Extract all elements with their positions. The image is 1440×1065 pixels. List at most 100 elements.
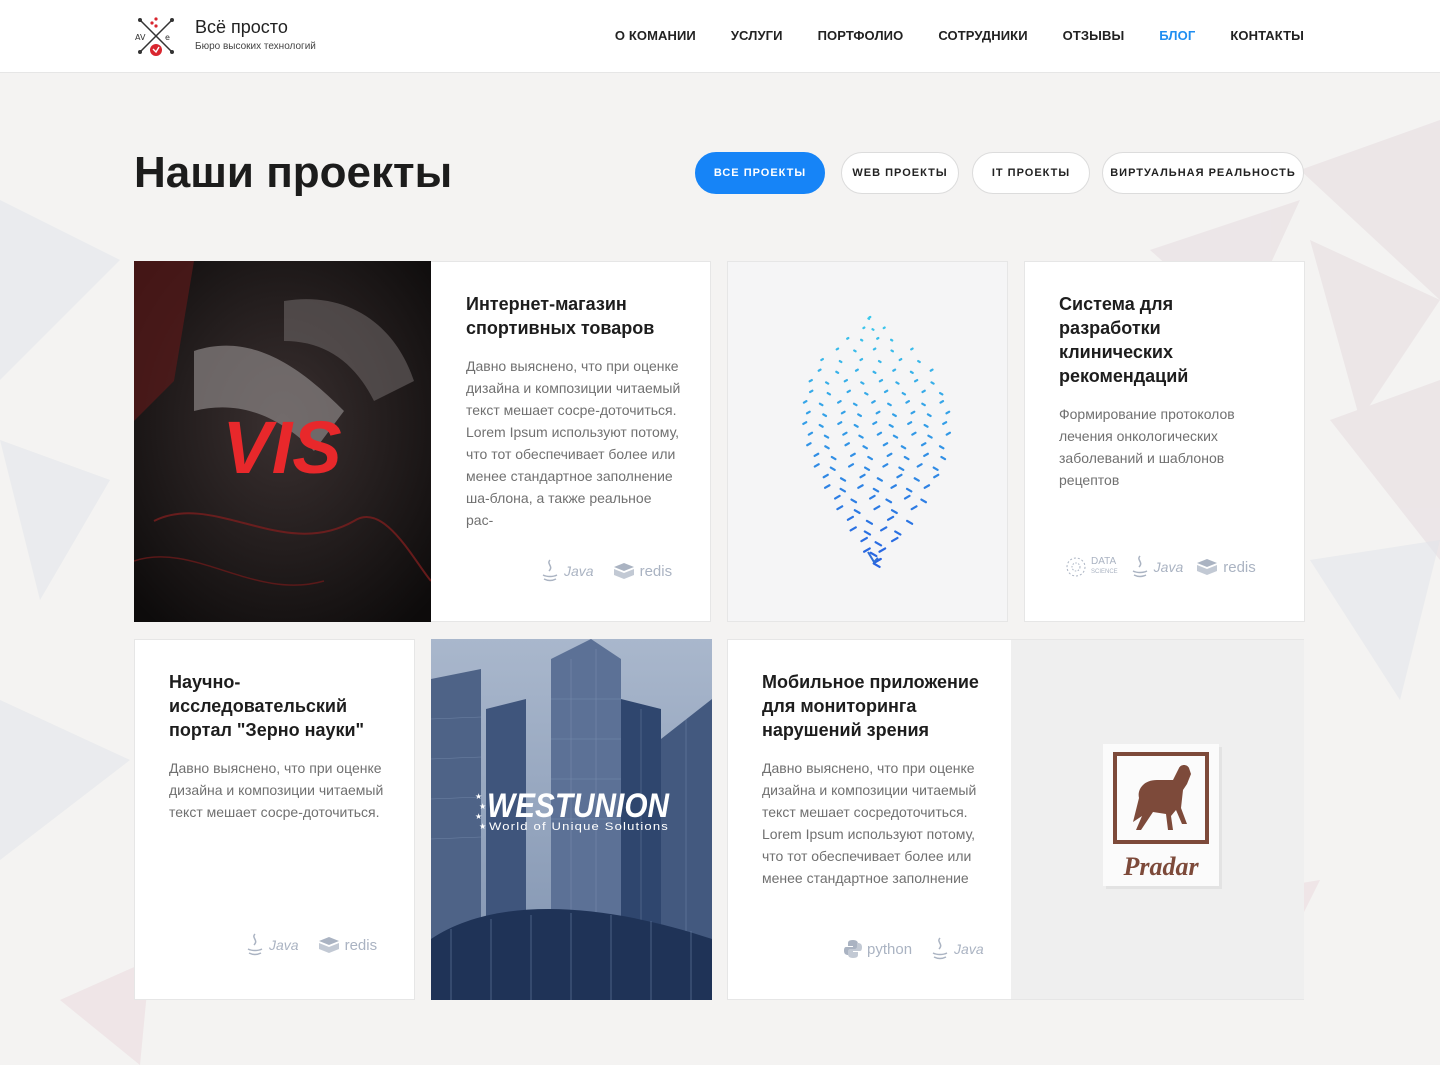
tech-label: DATA [1091,556,1117,567]
leaf-mesh-segment [872,421,878,426]
leaf-mesh-segment [837,421,843,426]
project-description: Давно выяснено, что при оценке дизайна и… [466,358,681,528]
leaf-mesh-segment [852,402,858,407]
leaf-mesh-segment [858,434,864,439]
leaf-mesh-segment [892,434,899,439]
leaf-mesh-segment [876,431,883,436]
nav-item-about[interactable]: О КОМАНИИ [615,28,696,43]
leaf-mesh-segment [850,498,858,504]
project-card-clinical[interactable]: Система для разработки клинических реком… [1024,261,1305,622]
pradar-logo: Pradar [1122,852,1199,881]
leaf-mesh-segment [898,357,903,362]
filter-all-projects[interactable]: ВСЕ ПРОЕКТЫ [695,152,825,194]
leaf-mesh-segment [829,466,836,471]
leaf-mesh-segment [900,445,907,450]
leaf-mesh-segment [860,536,868,543]
tech-label: SCIENCE [1091,569,1118,575]
project-title[interactable]: Научно-исследовательский портал "Зерно н… [169,670,384,742]
leaf-mesh-segment [895,381,900,385]
leaf-mesh-segment [868,494,876,500]
python-icon [844,940,862,958]
leaf-mesh-segment [876,336,880,340]
leaf-mesh-segment [822,473,829,479]
leaf-mesh-segment [923,484,931,489]
filter-web-projects[interactable]: WEB ПРОЕКТЫ [841,152,959,194]
tech-label: Java [564,563,594,579]
leaf-mesh-segment [890,484,897,489]
leaf-mesh-segment [874,541,883,547]
leaf-mesh-segment [862,445,869,450]
filter-it-projects[interactable]: IT ПРОЕКТЫ [972,152,1090,194]
leaf-mesh-segment [898,466,905,471]
leaf-mesh-segment [808,389,814,394]
leaf-mesh-segment [835,370,840,374]
leaf-mesh-segment [920,498,928,504]
leaf-mesh-segment [926,413,932,418]
leaf-mesh-segment [813,463,820,468]
logo-mark[interactable]: AV e [134,14,178,58]
leaf-mesh-segment [838,359,843,364]
leaf-mesh-segment [903,494,911,500]
westunion-artwork: WESTUNION World of Unique Solutions ★★ ★… [430,639,712,1000]
project-title[interactable]: Мобильное приложение для мониторинга нар… [762,670,992,742]
leaf-mesh-segment [830,455,837,461]
project-card-westunion[interactable]: WESTUNION World of Unique Solutions ★ ★ ★… [430,639,712,1000]
leaf-mesh-segment [879,526,888,532]
tech-label: Java [954,941,984,957]
leaf-mesh-segment [911,431,917,436]
svg-text:AV: AV [135,33,146,42]
leaf-mesh-segment [843,378,849,383]
leaf-mesh-segment [859,357,864,362]
leaf-mesh-segment [910,347,914,351]
nav-item-blog[interactable]: БЛОГ [1159,28,1195,43]
leaf-mesh-segment [905,487,913,493]
leaf-mesh-segment [802,421,808,426]
brand-title[interactable]: Всё просто [195,17,288,38]
data-science-icon [1066,557,1086,577]
tech-label: python [867,940,913,958]
leaf-mesh-segment [860,381,865,385]
tech-java: Java [1130,554,1183,580]
tech-java: Java [540,558,594,584]
leaf-mesh-segment [872,347,877,351]
leaf-mesh-segment [932,466,939,471]
tech-redis: redis [317,935,377,955]
westunion-logo: WESTUNION [487,787,670,825]
leaf-mesh-segment [894,530,902,536]
java-icon [1132,555,1148,578]
leaf-mesh-segment [885,498,893,504]
project-card-leaf[interactable] [727,261,1008,622]
nav-item-portfolio[interactable]: ПОРТФОЛИО [818,28,904,43]
leaf-mesh-segment [808,378,813,383]
leaf-mesh-segment [849,452,856,458]
leaf-mesh-segment [805,410,811,415]
leaf-mesh-segment [817,368,822,372]
leaf-mesh-segment [818,423,824,428]
leaf-mesh-segment [887,402,892,407]
nav-item-services[interactable]: УСЛУГИ [731,28,783,43]
tech-java: Java [930,936,984,962]
svg-text:★: ★ [475,792,482,801]
project-title[interactable]: Система для разработки клинических реком… [1059,292,1269,388]
nav-item-staff[interactable]: СОТРУДНИКИ [938,28,1027,43]
leaf-mesh-segment [905,400,911,404]
svg-text:★: ★ [475,812,482,821]
leaf-mesh-segment [901,391,907,396]
project-description: Формирование протоколов лечения онкологи… [1059,406,1235,488]
filter-virtual-reality[interactable]: ВИРТУАЛЬНАЯ РЕАЛЬНОСТЬ [1102,152,1304,194]
leaf-mesh-segment [863,466,871,471]
nav-item-reviews[interactable]: ОТЗЫВЫ [1063,28,1125,43]
project-card-sports-store[interactable]: VIS Интернет-магазин спортивных товаров … [134,261,711,622]
leaf-mesh-segment [938,445,945,450]
nav-item-contacts[interactable]: КОНТАКТЫ [1230,28,1304,43]
leaf-mesh-segment [875,410,881,415]
svg-text:★: ★ [479,822,486,831]
leaf-mesh-segment [824,445,830,450]
leaf-mesh-segment [921,402,926,407]
project-card-research-portal[interactable]: Научно-исследовательский портал "Зерно н… [134,639,415,1000]
leaf-mesh-segment [923,423,929,428]
tech-label: redis [1223,558,1256,576]
project-card-mobile-app[interactable]: Мобильное приложение для мониторинга нар… [727,639,1304,1000]
leaf-mesh-segment [888,423,894,428]
project-title[interactable]: Интернет-магазин спортивных товаров [466,292,676,340]
